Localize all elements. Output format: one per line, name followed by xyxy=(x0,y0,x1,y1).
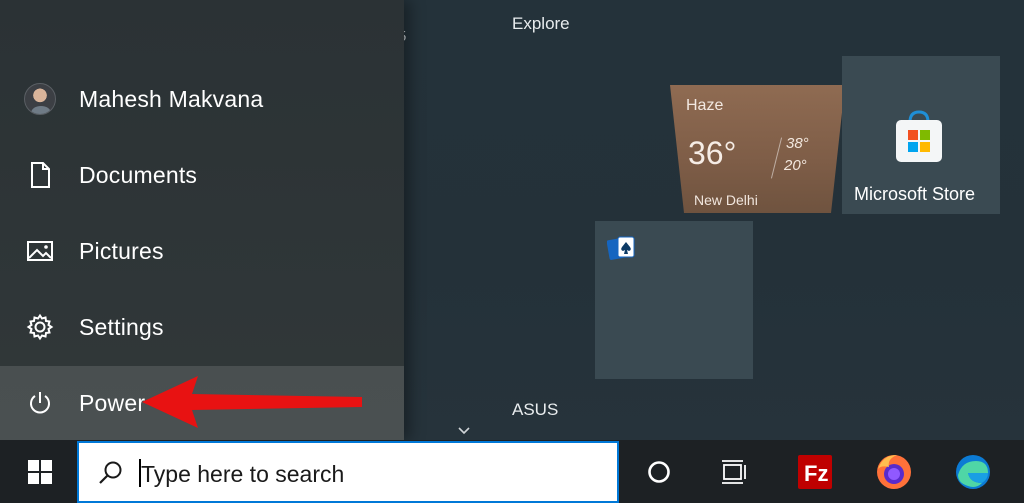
weather-temperature: 36° xyxy=(688,135,737,171)
nav-label-user: Mahesh Makvana xyxy=(79,85,264,112)
microsoft-store-label: Microsoft Store xyxy=(854,184,976,204)
windows-logo-icon xyxy=(28,459,52,484)
nav-item-documents[interactable]: Documents xyxy=(0,138,404,212)
nav-label-documents: Documents xyxy=(79,161,198,188)
user-avatar xyxy=(24,83,56,115)
cortana-button[interactable] xyxy=(627,440,691,503)
solitaire-tile[interactable] xyxy=(595,221,753,379)
edge-icon xyxy=(956,454,990,489)
weather-tile[interactable]: Haze 36° 38° 20° New Delhi xyxy=(670,85,845,213)
cortana-icon xyxy=(648,460,670,483)
edge-button[interactable] xyxy=(941,440,1005,503)
search-icon xyxy=(99,461,122,484)
task-view-button[interactable] xyxy=(702,440,766,503)
nav-item-user[interactable]: Mahesh Makvana xyxy=(0,62,404,136)
weather-low: 20° xyxy=(784,157,807,174)
group-header-asus: ASUS xyxy=(512,400,559,419)
microsoft-store-tile[interactable]: Microsoft Store xyxy=(842,56,1000,214)
document-icon xyxy=(24,159,56,191)
task-view-icon xyxy=(722,459,746,484)
power-icon xyxy=(24,387,56,419)
nav-label-power: Power xyxy=(79,389,146,416)
microsoft-store-icon xyxy=(896,110,942,162)
pictures-icon xyxy=(24,235,56,267)
search-placeholder[interactable]: Type here to search xyxy=(141,461,344,488)
nav-item-pictures[interactable]: Pictures xyxy=(0,214,404,288)
filezilla-button[interactable]: Fz xyxy=(783,440,847,503)
gear-icon xyxy=(24,311,56,343)
user-avatar-wrap xyxy=(24,83,56,115)
start-button[interactable] xyxy=(8,440,72,503)
weather-divider xyxy=(770,137,783,179)
weather-high: 38° xyxy=(786,135,809,152)
filezilla-icon: Fz xyxy=(798,454,832,489)
nav-label-settings: Settings xyxy=(79,313,164,340)
svg-text:Fz: Fz xyxy=(804,461,828,486)
taskbar: Type here to search Fz xyxy=(0,440,1024,503)
group-header-explore: Explore xyxy=(512,14,570,33)
nav-item-settings[interactable]: Settings xyxy=(0,290,404,364)
solitaire-icon xyxy=(607,236,635,260)
nav-label-pictures: Pictures xyxy=(79,237,164,264)
firefox-button[interactable] xyxy=(862,440,926,503)
search-box[interactable]: Type here to search xyxy=(77,441,619,503)
weather-city: New Delhi xyxy=(694,192,758,208)
firefox-icon xyxy=(877,454,911,489)
weather-condition: Haze xyxy=(686,97,724,114)
chevron-down-icon[interactable] xyxy=(457,426,471,436)
annotation-arrow xyxy=(142,376,362,428)
